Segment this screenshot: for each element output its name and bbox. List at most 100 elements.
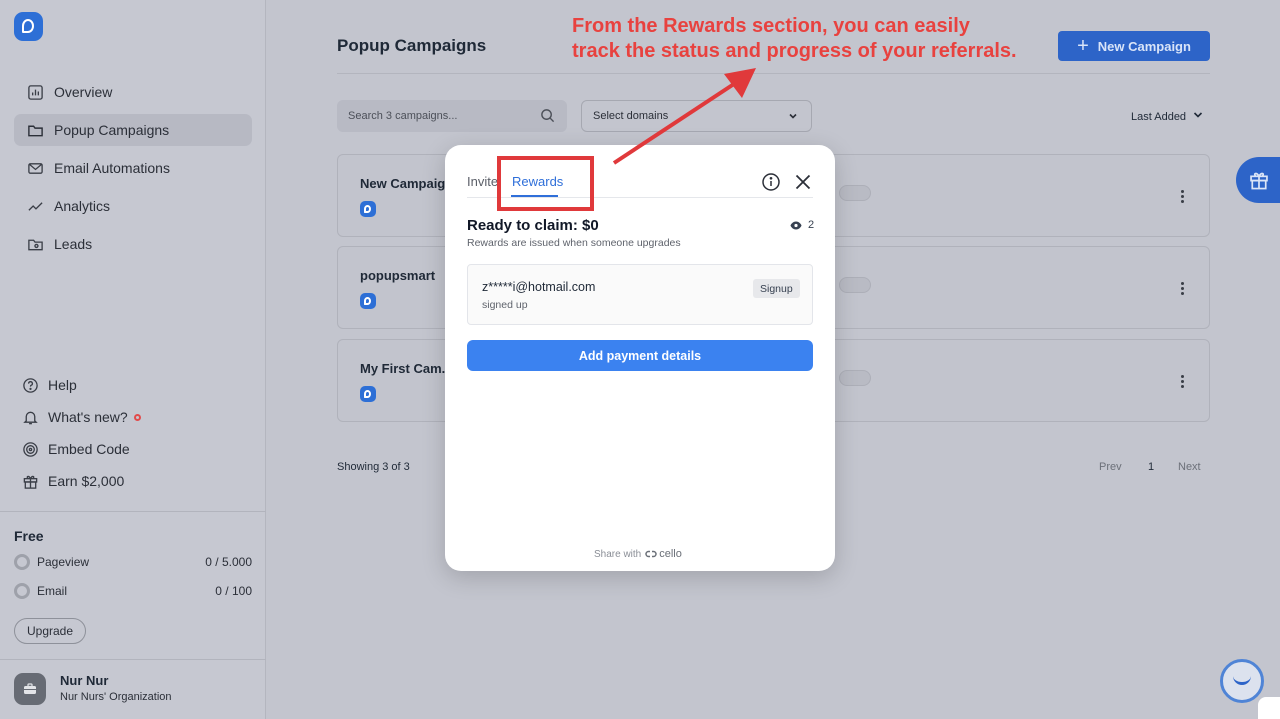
sidebar-item-earn[interactable]: Earn $2,000	[20, 469, 124, 493]
chevron-down-icon	[787, 110, 799, 125]
info-icon[interactable]	[761, 172, 781, 192]
avatar[interactable]	[14, 673, 46, 705]
sidebar-item-analytics[interactable]: Analytics	[14, 190, 252, 222]
search-icon	[540, 108, 555, 126]
usage-value: 0 / 100	[215, 584, 252, 598]
overview-icon	[24, 81, 46, 103]
referral-email: z*****i@hotmail.com	[482, 280, 596, 294]
popupsmart-logo-icon	[360, 293, 376, 309]
annotation-callout: From the Rewards section, you can easily…	[572, 14, 1017, 64]
progress-ring-icon	[14, 583, 30, 599]
annotation-highlight-box	[497, 156, 594, 211]
sidebar-item-overview[interactable]: Overview	[14, 76, 252, 108]
new-campaign-button[interactable]: + New Campaign	[1058, 31, 1210, 61]
add-payment-details-button[interactable]: Add payment details	[467, 340, 813, 371]
referral-gift-button[interactable]	[1236, 157, 1280, 203]
more-menu-icon[interactable]	[1175, 185, 1189, 207]
gift-icon	[20, 471, 40, 491]
showing-count: Showing 3 of 3	[337, 461, 410, 473]
status-badge: Signup	[753, 279, 800, 298]
cello-logo-icon	[645, 550, 657, 558]
help-label: Help	[48, 377, 77, 393]
sidebar-item-embed-code[interactable]: Embed Code	[20, 437, 130, 461]
earn-label: Earn $2,000	[48, 473, 125, 489]
sort-label: Last Added	[1131, 110, 1187, 123]
plan-name: Free	[14, 528, 44, 544]
plus-icon: +	[1077, 35, 1089, 57]
next-page-link[interactable]: Next	[1178, 461, 1201, 473]
close-icon[interactable]	[793, 172, 813, 192]
eye-icon	[790, 221, 802, 229]
annotation-line-1: From the Rewards section, you can easily	[572, 15, 970, 37]
usage-email: Email 0 / 100	[14, 580, 252, 602]
referral-status: signed up	[482, 299, 528, 311]
campaign-name: popupsmart	[360, 268, 436, 283]
campaign-name: My First Cam...	[360, 361, 453, 376]
views-count: 2	[790, 219, 814, 231]
sidebar-item-leads[interactable]: Leads	[14, 228, 252, 260]
popupsmart-logo-icon	[360, 386, 376, 402]
usage-pageview: Pageview 0 / 5.000	[14, 551, 252, 573]
corner-widget	[1258, 697, 1280, 719]
annotation-arrow-icon	[612, 68, 756, 165]
embed-code-label: Embed Code	[48, 441, 130, 457]
bell-icon	[20, 407, 40, 427]
usage-label: Pageview	[37, 555, 90, 569]
usage-label: Email	[37, 584, 68, 598]
referral-item: z*****i@hotmail.com signed up Signup	[467, 264, 813, 325]
claim-subtitle: Rewards are issued when someone upgrades	[467, 237, 681, 249]
views-value: 2	[808, 219, 815, 231]
sidebar-item-label: Leads	[54, 236, 93, 252]
leads-icon	[24, 233, 46, 255]
title-divider	[337, 73, 1210, 74]
sidebar-item-label: Popup Campaigns	[54, 122, 170, 138]
sidebar-item-popup-campaigns[interactable]: Popup Campaigns	[14, 114, 252, 146]
more-menu-icon[interactable]	[1175, 370, 1189, 392]
sidebar-item-label: Overview	[54, 84, 113, 100]
folder-icon	[24, 119, 46, 141]
campaign-toggle[interactable]	[839, 185, 871, 201]
progress-ring-icon	[14, 554, 30, 570]
sidebar-divider	[0, 659, 266, 660]
tab-invite[interactable]: Invite	[467, 174, 498, 189]
sidebar-divider	[0, 511, 266, 512]
sidebar-item-email-automations[interactable]: Email Automations	[14, 152, 252, 184]
search-placeholder: Search 3 campaigns...	[348, 110, 458, 122]
notification-dot	[133, 413, 141, 421]
whats-new-label: What's new?	[48, 409, 128, 425]
sidebar-item-whats-new[interactable]: What's new?	[20, 405, 141, 429]
help-icon	[20, 375, 40, 395]
search-input[interactable]: Search 3 campaigns...	[337, 100, 567, 132]
sidebar-item-label: Email Automations	[54, 160, 170, 176]
briefcase-icon	[24, 683, 36, 694]
sidebar-item-help[interactable]: Help	[20, 373, 77, 397]
app-logo[interactable]	[14, 12, 43, 41]
user-name: Nur Nur	[60, 673, 109, 688]
popupsmart-logo-icon	[360, 201, 376, 217]
more-menu-icon[interactable]	[1175, 277, 1189, 299]
user-org: Nur Nurs' Organization	[60, 691, 172, 703]
new-campaign-label: New Campaign	[1097, 38, 1191, 54]
share-text: Share with	[594, 548, 642, 560]
campaign-toggle[interactable]	[839, 277, 871, 293]
analytics-icon	[24, 195, 46, 217]
usage-value: 0 / 5.000	[205, 555, 252, 569]
share-footer: Share with cello	[594, 548, 682, 560]
cello-brand[interactable]: cello	[645, 548, 682, 560]
prev-page-link[interactable]: Prev	[1099, 461, 1122, 473]
embed-icon	[20, 439, 40, 459]
page-title: Popup Campaigns	[337, 36, 487, 55]
claim-title: Ready to claim: $0	[467, 217, 599, 234]
cello-label: cello	[659, 548, 682, 560]
sort-select[interactable]: Last Added	[1131, 109, 1204, 124]
campaign-name: New Campaign	[360, 176, 454, 191]
campaign-toggle[interactable]	[839, 370, 871, 386]
chevron-down-icon	[1192, 109, 1204, 124]
chat-widget-button[interactable]	[1220, 659, 1264, 703]
page-number[interactable]: 1	[1148, 461, 1154, 473]
gift-icon	[1250, 172, 1268, 190]
sidebar-item-label: Analytics	[54, 198, 111, 214]
sidebar: Overview Popup Campaigns Email Automatio…	[0, 0, 266, 719]
mail-icon	[24, 157, 46, 179]
upgrade-button[interactable]: Upgrade	[14, 618, 86, 644]
